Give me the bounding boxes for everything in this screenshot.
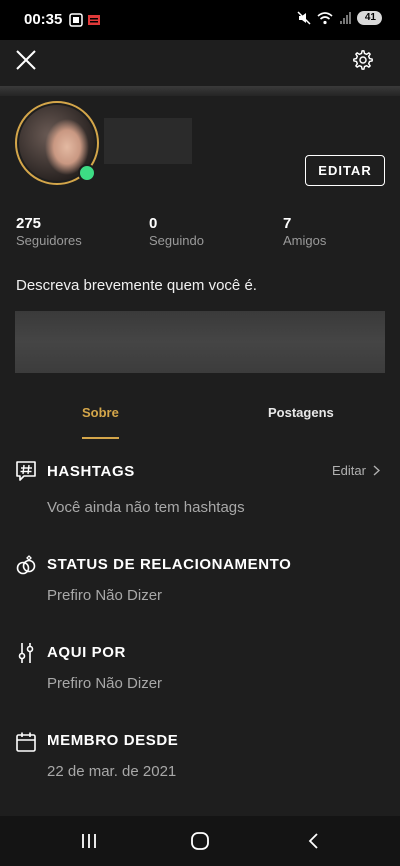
screenshot-icon — [69, 13, 83, 27]
sliders-icon — [18, 643, 34, 663]
stat-label: Seguindo — [149, 233, 204, 248]
status-time: 00:35 — [24, 11, 63, 28]
back-icon — [308, 833, 318, 849]
top-bar — [0, 40, 400, 86]
relationship-value: Prefiro Não Dizer — [47, 587, 163, 604]
tab-sobre[interactable]: Sobre — [82, 405, 119, 420]
signal-icon — [339, 12, 351, 24]
status-notification-icons — [69, 12, 101, 28]
stat-label: Seguidores — [16, 233, 82, 248]
recent-apps-button[interactable] — [75, 829, 103, 853]
section-title-hashtags: HASHTAGS — [47, 463, 135, 480]
gear-icon — [353, 50, 373, 70]
hashtag-chat-icon — [16, 461, 36, 481]
status-right-icons: 41 — [297, 11, 382, 25]
stat-following[interactable]: 0 Seguindo — [149, 215, 204, 248]
system-navigation-bar — [0, 816, 400, 866]
edit-profile-button[interactable]: EDITAR — [305, 155, 385, 186]
close-icon — [16, 50, 36, 70]
member-since-value: 22 de mar. de 2021 — [47, 763, 177, 780]
calendar-icon — [16, 732, 36, 752]
status-bar: 00:35 41 — [0, 0, 400, 40]
stat-label: Amigos — [283, 233, 327, 248]
home-icon — [191, 832, 209, 850]
battery-indicator: 41 — [356, 11, 382, 25]
hashtags-value: Você ainda não tem hashtags — [47, 499, 245, 516]
close-button[interactable] — [12, 46, 40, 74]
section-title-here-for: AQUI POR — [47, 644, 126, 661]
tab-postagens[interactable]: Postagens — [268, 405, 334, 420]
app-notification-icon — [88, 15, 100, 25]
stat-friends[interactable]: 7 Amigos — [283, 215, 326, 248]
stat-value: 7 — [283, 215, 292, 232]
section-title-relationship: STATUS DE RELACIONAMENTO — [47, 556, 292, 573]
stat-value: 0 — [149, 215, 158, 232]
mute-icon — [297, 11, 311, 25]
here-for-value: Prefiro Não Dizer — [47, 675, 163, 692]
bio-text[interactable]: Descreva brevemente quem você é. — [16, 277, 257, 294]
recent-apps-icon — [82, 834, 96, 848]
chevron-right-icon — [373, 465, 380, 476]
edit-hashtags-link[interactable]: Editar — [332, 463, 380, 478]
wifi-icon — [317, 12, 333, 25]
header-shade — [0, 86, 400, 96]
back-button[interactable] — [299, 829, 327, 853]
home-button[interactable] — [186, 829, 214, 853]
edit-link-label: Editar — [332, 463, 366, 478]
section-title-member-since: MEMBRO DESDE — [47, 732, 179, 749]
active-tab-indicator — [82, 437, 119, 439]
stat-followers[interactable]: 275 Seguidores — [16, 215, 82, 248]
stat-value: 275 — [16, 215, 42, 232]
settings-button[interactable] — [349, 46, 377, 74]
media-strip-redacted — [15, 311, 385, 373]
rings-icon — [16, 555, 36, 575]
username-redacted — [104, 118, 192, 164]
online-status-indicator — [78, 164, 96, 182]
